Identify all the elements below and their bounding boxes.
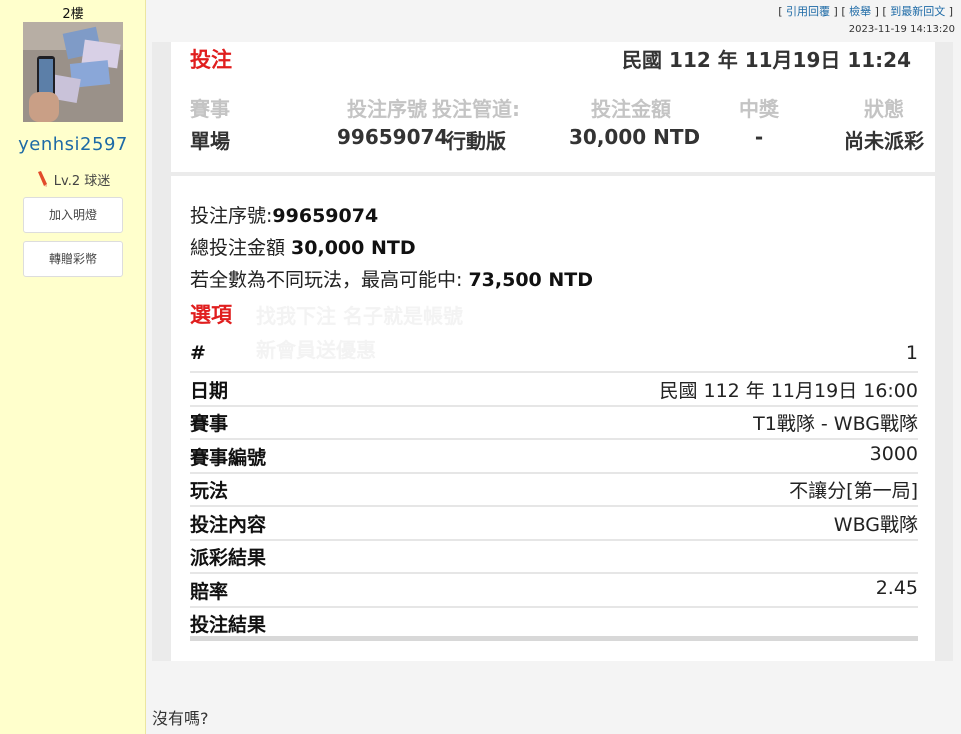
watermark-line: 找我下注 名子就是帳號 — [256, 304, 463, 328]
post-timestamp: 2023-11-19 14:13:20 — [848, 24, 955, 35]
detail-value: 民國 112 年 11月19日 16:00 — [659, 380, 918, 402]
value-cell: 單場 — [190, 129, 230, 153]
bet-title: 投注 — [190, 48, 232, 72]
detail-key: 投注內容 — [190, 514, 267, 536]
detail-value: T1戰隊 - WBG戰隊 — [753, 413, 918, 435]
avatar-photo — [23, 22, 123, 122]
bet-summary-card: 投注 民國 112 年 11月19日 11:24 賽事 投注序號 投注管道: 投… — [171, 42, 935, 172]
value-cell: 行動版 — [446, 129, 506, 153]
value-cell: 99659074 — [337, 125, 449, 149]
max-win-value: 73,500 NTD — [468, 269, 594, 291]
user-level-label: Lv.2 球迷 — [53, 174, 111, 189]
header-cell: 投注金額 — [591, 97, 671, 121]
gift-coins-button[interactable]: 轉贈彩幣 — [23, 241, 123, 277]
detail-row: 賽事編號 3000 — [190, 441, 918, 474]
bet-ticket-image: 投注 民國 112 年 11月19日 11:24 賽事 投注序號 投注管道: 投… — [152, 42, 953, 661]
detail-key: 日期 — [190, 380, 229, 402]
detail-key: 玩法 — [190, 480, 229, 502]
user-avatar[interactable] — [23, 22, 123, 122]
detail-value: 不讓分[第一局] — [789, 480, 918, 502]
add-favorite-button[interactable]: 加入明燈 — [23, 197, 123, 233]
value-cell: 尚未派彩 — [844, 129, 924, 153]
detail-key: 賠率 — [190, 581, 229, 603]
post-actions: [ 引用回覆 ] [ 檢舉 ] [ 到最新回文 ] — [778, 5, 953, 18]
max-win-label: 若全數為不同玩法，最高可能中: — [190, 269, 469, 291]
header-cell: 賽事 — [190, 97, 230, 121]
detail-value: 1 — [905, 342, 918, 364]
max-win-line: 若全數為不同玩法，最高可能中: 73,500 NTD — [190, 265, 593, 292]
floor-number: 2樓 — [62, 7, 84, 22]
bet-datetime: 民國 112 年 11月19日 11:24 — [622, 48, 911, 72]
detail-value: WBG戰隊 — [833, 514, 918, 536]
detail-row: 玩法 不讓分[第一局] — [190, 474, 918, 507]
header-cell: 狀態 — [864, 97, 904, 121]
value-cell: 30,000 NTD — [569, 125, 701, 149]
detail-key: 賽事編號 — [190, 447, 267, 469]
total-line: 總投注金額 30,000 NTD — [190, 233, 416, 260]
detail-row: 賠率 2.45 — [190, 575, 918, 608]
user-level: Lv.2 球迷 — [0, 170, 146, 191]
detail-row: 日期 民國 112 年 11月19日 16:00 — [190, 374, 918, 407]
user-sidebar: 2樓 yenhsi2597 Lv.2 球迷 加入明燈 轉贈彩幣 — [0, 0, 146, 734]
serial-line: 投注序號:99659074 — [190, 201, 378, 228]
serial-label: 投注序號: — [190, 205, 273, 227]
total-value: 30,000 NTD — [291, 237, 416, 259]
header-cell: 中獎 — [739, 97, 779, 121]
report-link[interactable]: 檢舉 — [849, 5, 871, 18]
detail-row: # 1 — [190, 340, 918, 373]
serial-value: 99659074 — [272, 205, 379, 227]
username[interactable]: yenhsi2597 — [0, 134, 146, 155]
detail-row: 投注內容 WBG戰隊 — [190, 508, 918, 541]
detail-row: 賽事 T1戰隊 - WBG戰隊 — [190, 407, 918, 440]
summary-header-row: 賽事 投注序號 投注管道: 投注金額 中獎 狀態 — [171, 93, 935, 123]
value-cell: - — [754, 125, 764, 149]
quote-reply-link[interactable]: 引用回覆 — [786, 5, 830, 18]
detail-key: # — [190, 342, 206, 364]
reply-text: 沒有嗎? — [152, 709, 209, 728]
pencil-icon — [36, 171, 48, 191]
header-cell: 投注序號 — [347, 97, 427, 121]
detail-value: 3000 — [869, 443, 918, 465]
summary-value-row: 單場 99659074 行動版 30,000 NTD - 尚未派彩 — [171, 125, 935, 155]
detail-row: 派彩結果 — [190, 541, 918, 574]
detail-key: 派彩結果 — [190, 547, 267, 569]
detail-row: 投注結果 — [190, 608, 918, 641]
total-label: 總投注金額 — [190, 237, 292, 259]
detail-key: 投注結果 — [190, 614, 267, 636]
bet-detail-card: 投注序號:99659074 總投注金額 30,000 NTD 若全數為不同玩法，… — [171, 176, 935, 661]
options-title: 選項 — [190, 303, 232, 327]
header-cell: 投注管道: — [432, 97, 520, 121]
detail-key: 賽事 — [190, 413, 229, 435]
latest-reply-link[interactable]: 到最新回文 — [890, 5, 945, 18]
detail-value: 2.45 — [875, 577, 918, 599]
